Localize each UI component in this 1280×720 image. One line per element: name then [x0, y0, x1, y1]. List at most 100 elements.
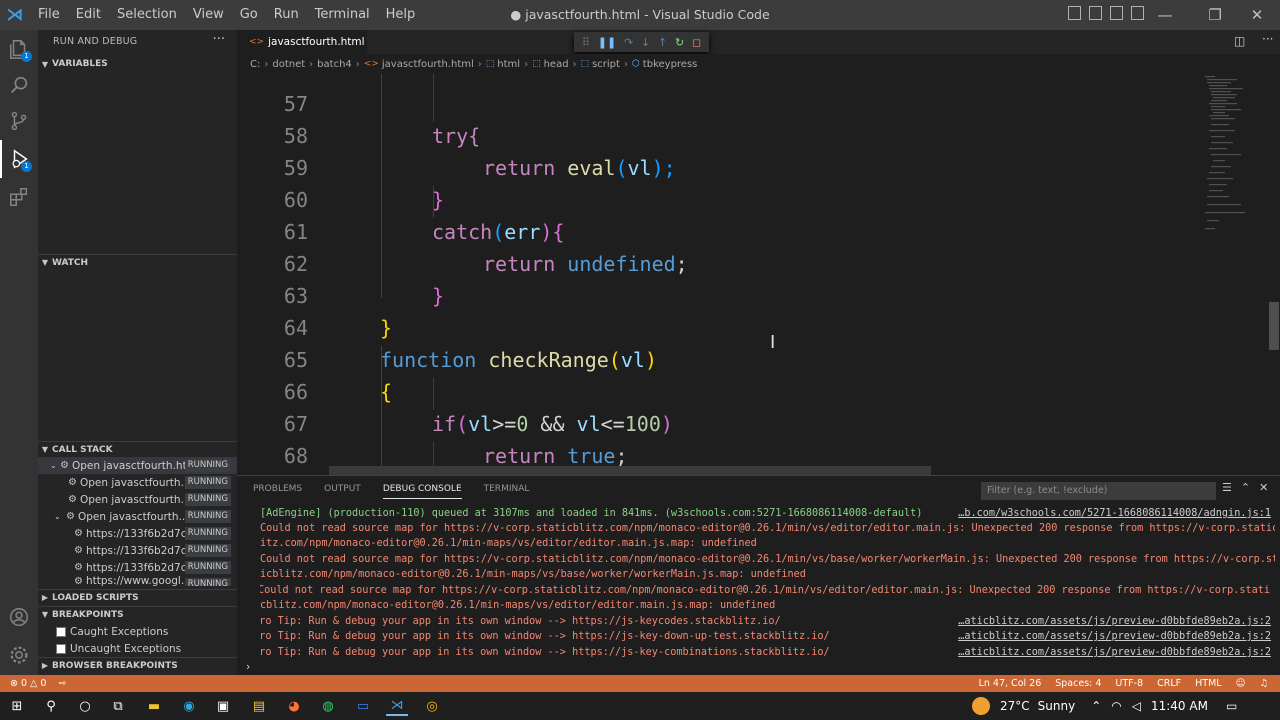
call-stack-item[interactable]: ⚙ https://133f6b2d7c... RUNNING: [38, 542, 237, 559]
breadcrumb-item[interactable]: tbkeypress: [643, 59, 698, 70]
stop-icon[interactable]: ◻: [692, 36, 701, 49]
call-stack-item[interactable]: ⚙ Open javasctfourth.... RUNNING: [38, 491, 237, 508]
maximize-panel-icon[interactable]: ⌃: [1241, 481, 1250, 494]
breadcrumb-item[interactable]: head: [544, 59, 569, 70]
console-source-link[interactable]: …aticblitz.com/assets/js/preview-d0bbfde…: [954, 614, 1271, 629]
clear-console-icon[interactable]: ☰: [1222, 481, 1232, 494]
browser-breakpoints-section-header[interactable]: ▶ BROWSER BREAKPOINTS: [38, 657, 237, 673]
restart-icon[interactable]: ↻: [675, 36, 684, 49]
tab-terminal[interactable]: TERMINAL: [484, 484, 530, 499]
task-view-icon[interactable]: ⧉: [107, 696, 129, 716]
sticky-notes-icon[interactable]: ▤: [248, 696, 270, 716]
tab-javasctfourth-html[interactable]: <> javasctfourth.html: [237, 30, 367, 54]
tray-chevron-icon[interactable]: ⌃: [1091, 699, 1101, 713]
network-icon[interactable]: ◠: [1111, 699, 1121, 713]
firefox-icon[interactable]: ◕: [283, 696, 305, 716]
vscode-taskbar-icon[interactable]: ⋊: [386, 696, 408, 716]
toggle-secondary-sidebar-icon[interactable]: [1110, 6, 1123, 20]
source-control-icon[interactable]: [0, 102, 38, 140]
cursor-position[interactable]: Ln 47, Col 26: [979, 678, 1042, 689]
temperature[interactable]: 27°C: [1000, 699, 1030, 713]
close-window-icon[interactable]: ✕: [1234, 0, 1280, 30]
watch-section-header[interactable]: ▼ WATCH: [38, 254, 237, 270]
action-center-icon[interactable]: ▭: [1226, 699, 1237, 713]
windows-start-icon[interactable]: ⊞: [6, 696, 28, 716]
zoom-icon[interactable]: ▭: [352, 696, 374, 716]
taskbar-search-icon[interactable]: ⚲: [40, 696, 62, 716]
close-panel-icon[interactable]: ✕: [1259, 481, 1268, 494]
problems-status[interactable]: ⊗ 0 △ 0: [10, 678, 46, 689]
menu-edit[interactable]: Edit: [68, 0, 109, 30]
explorer-icon[interactable]: 1: [0, 30, 38, 68]
code-editor[interactable]: 57 try{ 58 return eval(vl); 59 } 60 catc…: [237, 74, 1280, 475]
cortana-icon[interactable]: ○: [74, 696, 96, 716]
menu-file[interactable]: File: [30, 0, 68, 30]
step-out-icon[interactable]: ↑: [658, 36, 667, 49]
loaded-scripts-section-header[interactable]: ▶ LOADED SCRIPTS: [38, 589, 237, 605]
clock[interactable]: 11:40 AM: [1151, 699, 1208, 713]
notifications-bell-icon[interactable]: ♫: [1259, 678, 1268, 689]
breadcrumb-item[interactable]: javasctfourth.html: [382, 59, 474, 70]
console-source-link[interactable]: …aticblitz.com/assets/js/preview-d0bbfde…: [954, 645, 1271, 660]
account-icon[interactable]: [0, 598, 38, 636]
breakpoint-caught-exceptions[interactable]: Caught Exceptions: [56, 623, 168, 640]
call-stack-item[interactable]: ⌄ ⚙ Open javasctfourth.... RUNNING: [38, 508, 237, 525]
minimize-icon[interactable]: —: [1142, 0, 1188, 30]
tab-output[interactable]: OUTPUT: [324, 484, 361, 499]
menu-view[interactable]: View: [185, 0, 232, 30]
menu-terminal[interactable]: Terminal: [307, 0, 378, 30]
call-stack-section-header[interactable]: ▼ CALL STACK: [38, 441, 237, 457]
store-icon[interactable]: ▣: [212, 696, 234, 716]
restore-icon[interactable]: ❐: [1192, 0, 1238, 30]
console-source-link[interactable]: …aticblitz.com/assets/js/preview-d0bbfde…: [954, 629, 1271, 644]
call-stack-item[interactable]: ⚙ Open javasctfourth.... RUNNING: [38, 474, 237, 491]
vertical-scrollbar[interactable]: [1269, 302, 1279, 350]
menu-help[interactable]: Help: [378, 0, 424, 30]
whatsapp-icon[interactable]: ◍: [317, 696, 339, 716]
vscode-logo-icon[interactable]: ⋊: [0, 0, 30, 30]
horizontal-scrollbar[interactable]: [329, 466, 931, 475]
breakpoints-section-header[interactable]: ▼ BREAKPOINTS: [38, 606, 237, 622]
step-over-icon[interactable]: ↷: [624, 36, 633, 49]
encoding[interactable]: UTF-8: [1115, 678, 1143, 689]
manage-gear-icon[interactable]: [0, 636, 38, 674]
uncaught-exceptions-checkbox[interactable]: [56, 643, 66, 654]
chrome-icon[interactable]: ◎: [421, 696, 443, 716]
breadcrumb-item[interactable]: html: [497, 59, 520, 70]
language-mode[interactable]: HTML: [1195, 678, 1221, 689]
breadcrumb-item[interactable]: dotnet: [272, 59, 305, 70]
console-filter-input[interactable]: Filter (e.g. text, !exclude): [981, 482, 1216, 500]
file-explorer-icon[interactable]: ▬: [143, 696, 165, 716]
variables-section-header[interactable]: ▼ VARIABLES: [38, 56, 237, 72]
call-stack-item[interactable]: ⌄ ⚙ Open javasctfourth.ht... RUNNING: [38, 457, 237, 474]
tab-problems[interactable]: PROBLEMS: [253, 484, 302, 499]
toggle-panel-icon[interactable]: [1089, 6, 1102, 20]
caught-exceptions-checkbox[interactable]: [56, 626, 66, 637]
menu-run[interactable]: Run: [266, 0, 307, 30]
step-into-icon[interactable]: ↓: [641, 36, 650, 49]
breadcrumb-item[interactable]: script: [592, 59, 620, 70]
tab-debug-console[interactable]: DEBUG CONSOLE: [382, 484, 462, 499]
search-icon[interactable]: [0, 66, 38, 104]
volume-icon[interactable]: ◁: [1132, 699, 1141, 713]
call-stack-item[interactable]: ⚙ https://133f6b2d7c... RUNNING: [38, 525, 237, 542]
call-stack-item[interactable]: ⚙ https://www.googl... RUNNING: [38, 576, 237, 586]
edge-browser-icon[interactable]: ◉: [178, 696, 200, 716]
extensions-icon[interactable]: [0, 178, 38, 216]
pause-icon[interactable]: ❚❚: [598, 36, 616, 49]
toggle-sidebar-icon[interactable]: [1068, 6, 1081, 20]
console-source-link[interactable]: …b.com/w3schools.com/5271-1668086114008/…: [954, 506, 1271, 521]
drag-handle-icon[interactable]: ⠿: [582, 36, 590, 49]
indentation[interactable]: Spaces: 4: [1055, 678, 1101, 689]
breadcrumb-item[interactable]: batch4: [317, 59, 352, 70]
breakpoint-uncaught-exceptions[interactable]: Uncaught Exceptions: [56, 640, 181, 657]
weather-text[interactable]: Sunny: [1038, 699, 1076, 713]
breadcrumb-item[interactable]: C:: [250, 59, 260, 70]
line-ending[interactable]: CRLF: [1157, 678, 1181, 689]
console-prompt-input[interactable]: ›: [246, 660, 250, 673]
minimap[interactable]: [1199, 74, 1269, 475]
weather-sun-icon[interactable]: [972, 697, 990, 715]
debug-status-icon[interactable]: ⇨: [58, 678, 66, 689]
menu-go[interactable]: Go: [232, 0, 266, 30]
split-editor-icon[interactable]: ◫: [1234, 34, 1245, 48]
